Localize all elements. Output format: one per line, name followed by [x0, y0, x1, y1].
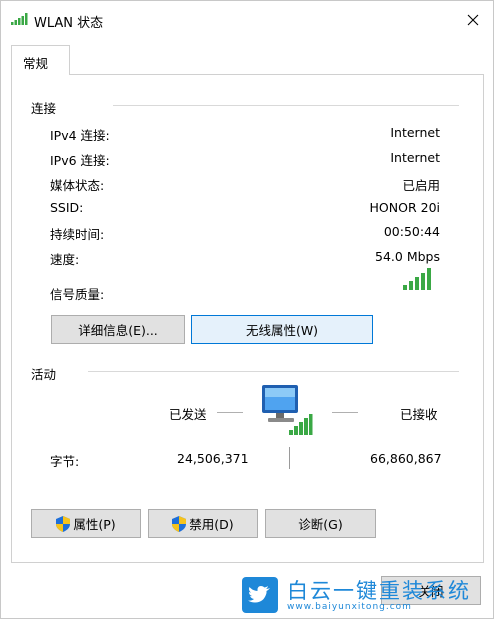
bytes-separator [289, 447, 290, 469]
watermark: 白云一键重装系统 www.baiyunxitong.com [239, 575, 489, 617]
wlan-status-window: WLAN 状态 常规 连接 IPv4 连接: Internet IPv6 连接:… [0, 0, 494, 619]
wireless-properties-button[interactable]: 无线属性(W) [191, 315, 373, 344]
bytes-sent-value: 24,506,371 [177, 451, 249, 466]
network-computer-icon [262, 385, 313, 435]
received-line [332, 412, 358, 413]
speed-label: 速度: [50, 252, 80, 267]
signal-quality-icon [403, 268, 431, 290]
watermark-url: www.baiyunxitong.com [287, 602, 412, 612]
uac-shield-icon [172, 515, 187, 532]
properties-button-label: 属性(P) [73, 517, 116, 532]
media-state-value: 已启用 [402, 178, 440, 193]
media-state-label: 媒体状态: [50, 178, 105, 193]
twitter-bird-logo-icon [242, 577, 278, 613]
sent-line [217, 412, 243, 413]
received-label: 已接收 [400, 407, 438, 422]
close-icon [467, 14, 479, 26]
duration-label: 持续时间: [50, 227, 105, 242]
tab-general[interactable]: 常规 [11, 45, 70, 75]
activity-section-title: 活动 [31, 367, 57, 382]
ipv6-label: IPv6 连接: [50, 153, 110, 168]
properties-button[interactable]: 属性(P) [31, 509, 141, 538]
ipv6-value: Internet [390, 150, 440, 165]
sent-label: 已发送 [169, 407, 207, 422]
connection-divider [113, 105, 459, 106]
wireless-properties-button-label: 无线属性(W) [245, 323, 319, 338]
disable-button-label: 禁用(D) [189, 517, 234, 532]
speed-value: 54.0 Mbps [375, 249, 440, 264]
watermark-brand: 白云一键重装系统 [287, 579, 471, 603]
ssid-label: SSID: [50, 200, 84, 215]
connection-section-title: 连接 [31, 101, 57, 116]
activity-divider [88, 371, 459, 372]
wifi-signal-icon [11, 13, 28, 25]
diagnose-button[interactable]: 诊断(G) [265, 509, 376, 538]
title-bar: WLAN 状态 [1, 1, 493, 39]
bytes-received-value: 66,860,867 [370, 451, 442, 466]
ssid-value: HONOR 20i [369, 200, 440, 215]
disable-button[interactable]: 禁用(D) [148, 509, 258, 538]
diagnose-button-label: 诊断(G) [298, 517, 343, 532]
signal-quality-label: 信号质量: [50, 287, 105, 302]
duration-value: 00:50:44 [383, 224, 440, 239]
details-button[interactable]: 详细信息(E)... [51, 315, 185, 344]
bytes-label: 字节: [50, 454, 80, 469]
details-button-label: 详细信息(E)... [78, 323, 158, 338]
uac-shield-icon [56, 515, 71, 532]
ipv4-label: IPv4 连接: [50, 128, 110, 143]
close-window-button[interactable] [457, 5, 489, 35]
ipv4-value: Internet [390, 125, 440, 140]
window-title: WLAN 状态 [34, 16, 104, 31]
tab-general-label: 常规 [23, 56, 49, 71]
